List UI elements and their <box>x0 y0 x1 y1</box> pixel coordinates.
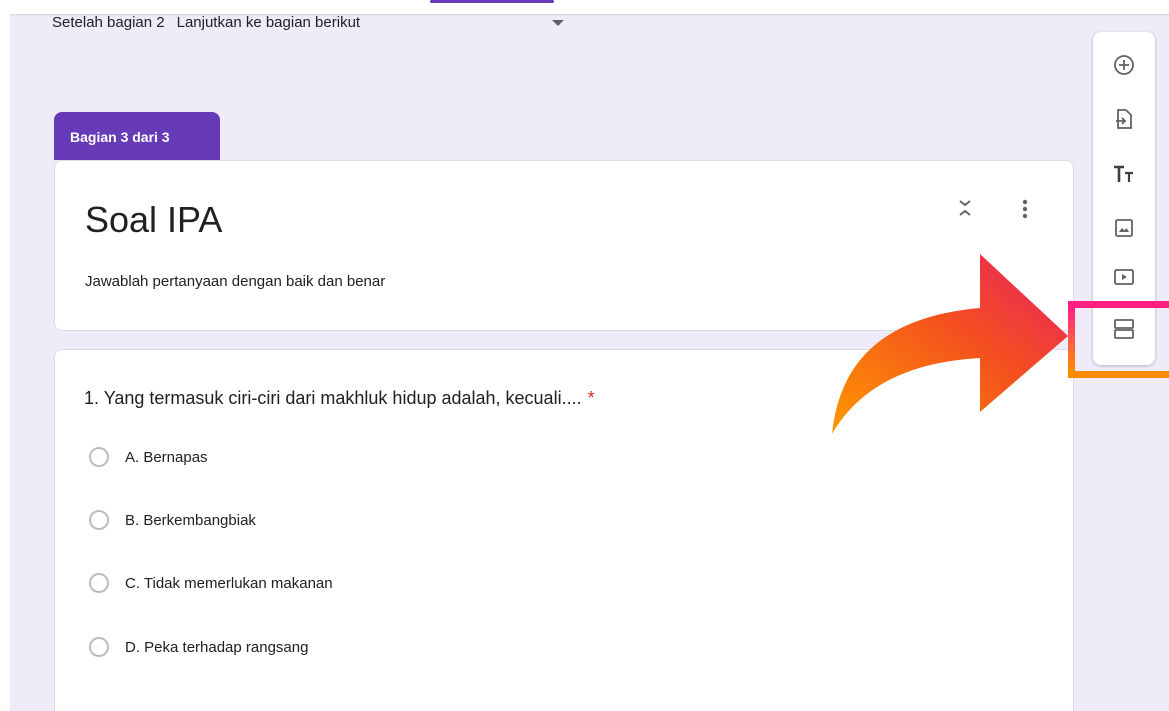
chevron-down-icon[interactable] <box>552 20 564 26</box>
after-section-label: Setelah bagian 2 <box>52 14 165 31</box>
top-bar-edge <box>10 0 1169 14</box>
option-label: B. Berkembangbiak <box>125 511 256 529</box>
pointer-arrow-graphic <box>832 254 1068 434</box>
more-vert-icon[interactable] <box>1013 197 1037 223</box>
section-title[interactable]: Soal IPA <box>85 199 222 241</box>
radio-button[interactable] <box>89 573 109 593</box>
option-item[interactable]: C. Tidak memerlukan makanan <box>89 573 333 593</box>
option-label: A. Bernapas <box>125 448 208 466</box>
section-description[interactable]: Jawablah pertanyaan dengan baik dan bena… <box>85 273 385 290</box>
option-label: C. Tidak memerlukan makanan <box>125 574 333 592</box>
question-title: 1. Yang termasuk ciri-ciri dari makhluk … <box>84 388 582 408</box>
form-editor-canvas: Setelah bagian 2 Lanjutkan ke bagian ber… <box>10 0 1169 711</box>
collapse-section-icon[interactable] <box>953 197 977 223</box>
add-image-icon[interactable] <box>1112 216 1136 240</box>
option-item[interactable]: D. Peka terhadap rangsang <box>89 637 308 657</box>
add-question-icon[interactable] <box>1112 53 1136 77</box>
import-questions-icon[interactable] <box>1112 107 1136 131</box>
dropdown-focus-underline <box>430 0 554 3</box>
radio-button[interactable] <box>89 637 109 657</box>
required-asterisk: * <box>587 388 595 408</box>
after-section-dropdown[interactable]: Lanjutkan ke bagian berikut <box>177 14 360 31</box>
add-video-icon[interactable] <box>1112 265 1136 289</box>
highlight-box <box>1068 301 1169 378</box>
radio-button[interactable] <box>89 510 109 530</box>
option-item[interactable]: A. Bernapas <box>89 447 208 467</box>
question-text: 1. Yang termasuk ciri-ciri dari makhluk … <box>84 388 595 409</box>
option-label: D. Peka terhadap rangsang <box>125 638 309 656</box>
add-title-icon[interactable] <box>1112 162 1136 186</box>
radio-button[interactable] <box>89 447 109 467</box>
section-tab: Bagian 3 dari 3 <box>54 112 220 160</box>
after-section-row: Setelah bagian 2 Lanjutkan ke bagian ber… <box>52 14 360 31</box>
option-item[interactable]: B. Berkembangbiak <box>89 510 256 530</box>
after-section-value: Lanjutkan ke bagian berikut <box>176 14 361 31</box>
